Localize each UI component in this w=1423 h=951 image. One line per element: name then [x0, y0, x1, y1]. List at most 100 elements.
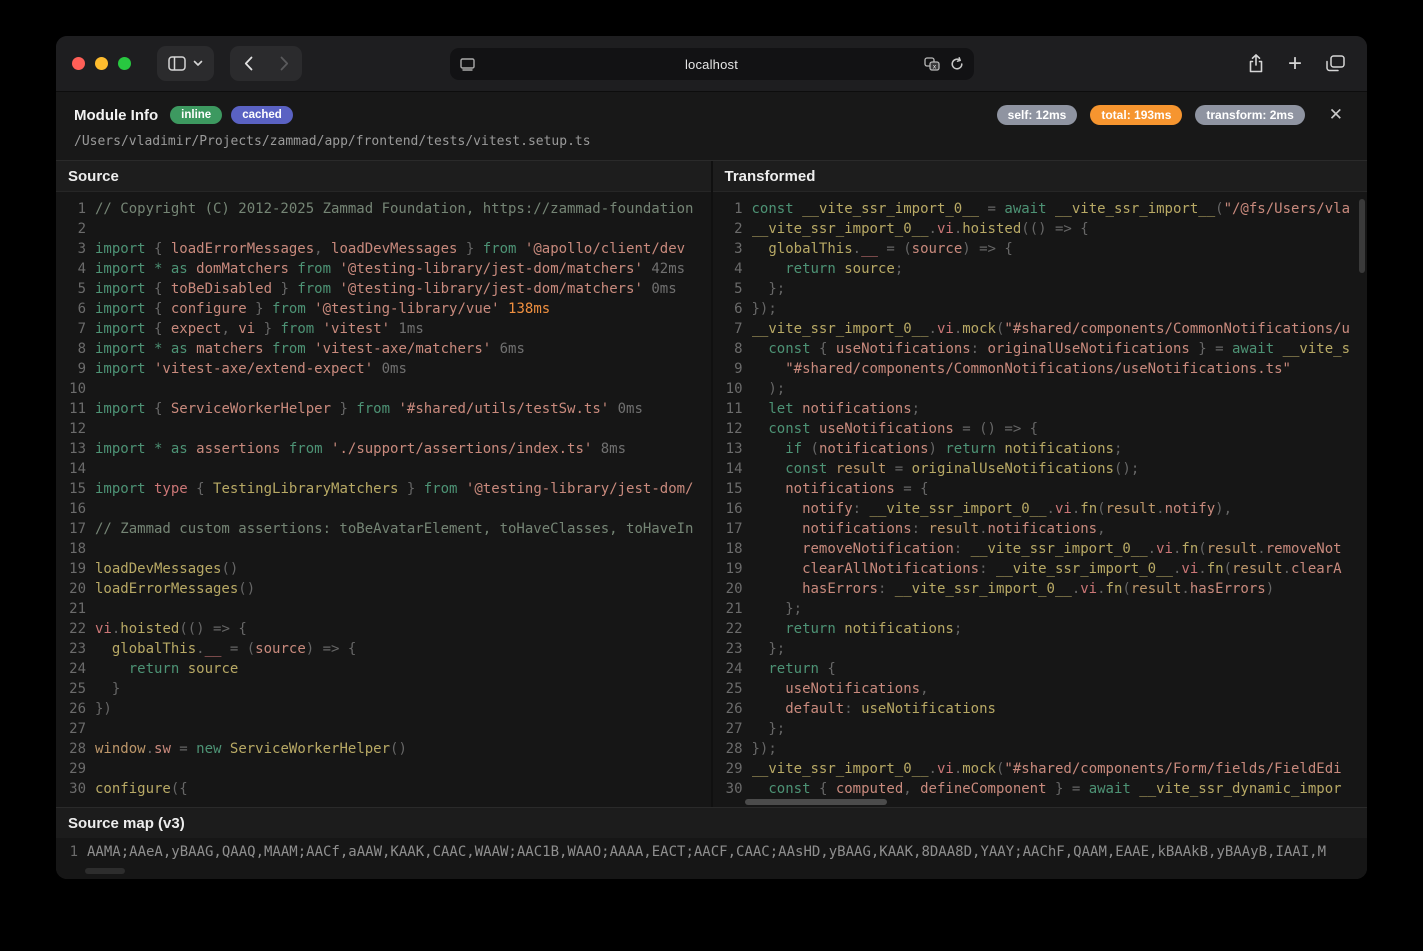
line-number: 23: [56, 639, 86, 659]
line-number: 22: [56, 619, 86, 639]
source-code-lines: 1// Copyright (C) 2012-2025 Zammad Found…: [56, 199, 711, 799]
sourcemap-line[interactable]: 1 AAMA;AAeA,yBAAG,QAAQ,MAAM;AACf,aAAW,KA…: [56, 838, 1367, 879]
line-number: 18: [713, 539, 743, 559]
code-line: 16 notify: __vite_ssr_import_0__.vi.fn(r…: [713, 499, 1368, 519]
svg-text:x: x: [932, 64, 936, 71]
line-number: 12: [56, 419, 86, 439]
line-number: 24: [56, 659, 86, 679]
code-line: 24 return {: [713, 659, 1368, 679]
line-number: 23: [713, 639, 743, 659]
reload-button[interactable]: [950, 57, 964, 71]
code-line: 2: [56, 219, 711, 239]
nav-button-group: [230, 46, 302, 81]
code-line: 13import * as assertions from './support…: [56, 439, 711, 459]
code-line: 17// Zammad custom assertions: toBeAvata…: [56, 519, 711, 539]
code-line: 14 const result = originalUseNotificatio…: [713, 459, 1368, 479]
line-number: 1: [56, 199, 86, 219]
sourcemap-title: Source map (v3): [68, 815, 185, 832]
chevron-down-icon: [193, 60, 203, 67]
line-number: 25: [56, 679, 86, 699]
close-traffic-light[interactable]: [72, 57, 85, 70]
code-line: 8import * as matchers from 'vitest-axe/m…: [56, 339, 711, 359]
badge-inline: inline: [170, 106, 222, 124]
code-line: 1const __vite_ssr_import_0__ = await __v…: [713, 199, 1368, 219]
line-number: 28: [713, 739, 743, 759]
code-line: 19loadDevMessages(): [56, 559, 711, 579]
source-panel: Source 1// Copyright (C) 2012-2025 Zamma…: [56, 161, 711, 807]
line-number: 9: [713, 359, 743, 379]
code-line: 20loadErrorMessages(): [56, 579, 711, 599]
line-number: 29: [56, 759, 86, 779]
line-number: 9: [56, 359, 86, 379]
code-line: 25 }: [56, 679, 711, 699]
code-line: 6});: [713, 299, 1368, 319]
line-number: 8: [713, 339, 743, 359]
code-line: 3import { loadErrorMessages, loadDevMess…: [56, 239, 711, 259]
source-panel-title: Source: [68, 168, 119, 185]
sourcemap-scrollbar-thumb[interactable]: [85, 868, 125, 874]
code-line: 6import { configure } from '@testing-lib…: [56, 299, 711, 319]
code-line: 24 return source: [56, 659, 711, 679]
line-number: 10: [56, 379, 86, 399]
line-number: 26: [56, 699, 86, 719]
line-number: 25: [713, 679, 743, 699]
browser-toolbar: localhost x +: [56, 36, 1367, 92]
code-line: 30 const { computed, defineComponent } =…: [713, 779, 1368, 799]
transformed-panel: Transformed 1const __vite_ssr_import_0__…: [711, 161, 1368, 807]
code-line: 2__vite_ssr_import_0__.vi.hoisted(() => …: [713, 219, 1368, 239]
translate-icon[interactable]: x: [924, 57, 940, 71]
code-line: 13 if (notifications) return notificatio…: [713, 439, 1368, 459]
close-button[interactable]: ✕: [1329, 105, 1343, 125]
code-line: 19 clearAllNotifications: __vite_ssr_imp…: [713, 559, 1368, 579]
code-line: 7import { expect, vi } from 'vitest' 1ms: [56, 319, 711, 339]
transformed-code-area[interactable]: 1const __vite_ssr_import_0__ = await __v…: [713, 192, 1368, 807]
minimize-traffic-light[interactable]: [95, 57, 108, 70]
line-number: 4: [713, 259, 743, 279]
address-bar[interactable]: localhost x: [450, 48, 974, 80]
code-line: 4 return source;: [713, 259, 1368, 279]
vertical-scrollbar-thumb[interactable]: [1359, 199, 1365, 273]
horizontal-scrollbar-thumb[interactable]: [745, 799, 887, 805]
line-number: 21: [713, 599, 743, 619]
line-number: 6: [56, 299, 86, 319]
line-number: 13: [713, 439, 743, 459]
line-number: 28: [56, 739, 86, 759]
timing-badge-self: self: 12ms: [997, 105, 1078, 125]
sidebar-toggle-button[interactable]: [157, 46, 214, 81]
code-line: 22 return notifications;: [713, 619, 1368, 639]
line-number: 5: [56, 279, 86, 299]
code-line: 25 useNotifications,: [713, 679, 1368, 699]
code-line: 18: [56, 539, 711, 559]
line-number: 11: [56, 399, 86, 419]
source-code-area[interactable]: 1// Copyright (C) 2012-2025 Zammad Found…: [56, 192, 711, 807]
code-line: 15 notifications = {: [713, 479, 1368, 499]
line-number: 2: [713, 219, 743, 239]
line-number: 15: [713, 479, 743, 499]
code-line: 26 default: useNotifications: [713, 699, 1368, 719]
transformed-code-lines: 1const __vite_ssr_import_0__ = await __v…: [713, 199, 1368, 799]
line-number: 7: [56, 319, 86, 339]
code-line: 9import 'vitest-axe/extend-expect' 0ms: [56, 359, 711, 379]
line-number: 16: [56, 499, 86, 519]
forward-button[interactable]: [266, 46, 302, 81]
code-line: 5 };: [713, 279, 1368, 299]
transformed-panel-header: Transformed: [713, 161, 1368, 192]
line-number: 16: [713, 499, 743, 519]
line-number: 3: [56, 239, 86, 259]
back-button[interactable]: [230, 46, 266, 81]
new-tab-button[interactable]: +: [1288, 52, 1302, 76]
line-number: 17: [56, 519, 86, 539]
line-number: 12: [713, 419, 743, 439]
zoom-traffic-light[interactable]: [118, 57, 131, 70]
line-number: 20: [713, 579, 743, 599]
page-title: Module Info: [74, 107, 158, 124]
toolbar-right-actions: +: [1248, 52, 1351, 76]
code-line: 17 notifications: result.notifications,: [713, 519, 1368, 539]
tabs-overview-button[interactable]: [1326, 55, 1345, 72]
line-number: 19: [713, 559, 743, 579]
share-button[interactable]: [1248, 54, 1264, 73]
code-panels: Source 1// Copyright (C) 2012-2025 Zamma…: [56, 161, 1367, 807]
code-line: 11 let notifications;: [713, 399, 1368, 419]
module-info-header: Module Info inline cached self: 12ms tot…: [56, 92, 1367, 161]
line-number: 1: [713, 199, 743, 219]
